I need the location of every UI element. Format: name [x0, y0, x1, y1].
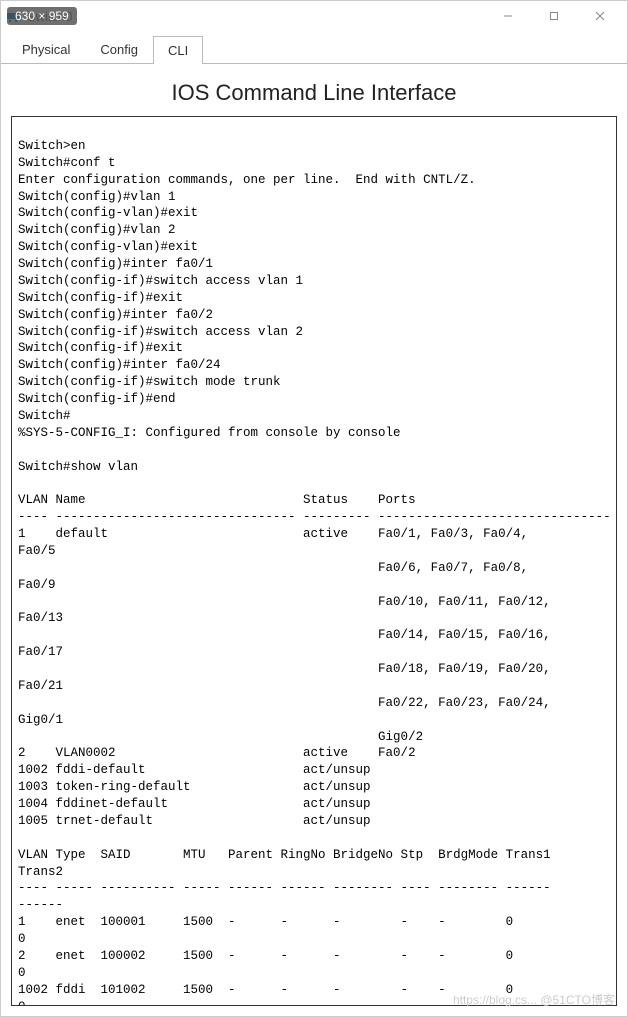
- dimension-badge: 630 × 959: [7, 7, 77, 25]
- close-button[interactable]: [577, 1, 623, 31]
- tab-cli[interactable]: CLI: [153, 36, 203, 64]
- watermark-text: https://blog.cs... @51CTO博客: [453, 991, 615, 1008]
- cli-heading: IOS Command Line Interface: [1, 64, 627, 116]
- app-window: 630 × 959 Switch0 Physical Config CLI IO…: [0, 0, 628, 1017]
- minimize-button[interactable]: [485, 1, 531, 31]
- tab-config[interactable]: Config: [85, 35, 153, 63]
- tab-physical[interactable]: Physical: [7, 35, 85, 63]
- tab-strip: Physical Config CLI: [1, 31, 627, 64]
- window-controls: [485, 1, 623, 31]
- maximize-button[interactable]: [531, 1, 577, 31]
- cli-terminal[interactable]: Switch>en Switch#conf t Enter configurat…: [12, 117, 616, 1005]
- titlebar: Switch0: [1, 1, 627, 31]
- terminal-container: Switch>en Switch#conf t Enter configurat…: [11, 116, 617, 1006]
